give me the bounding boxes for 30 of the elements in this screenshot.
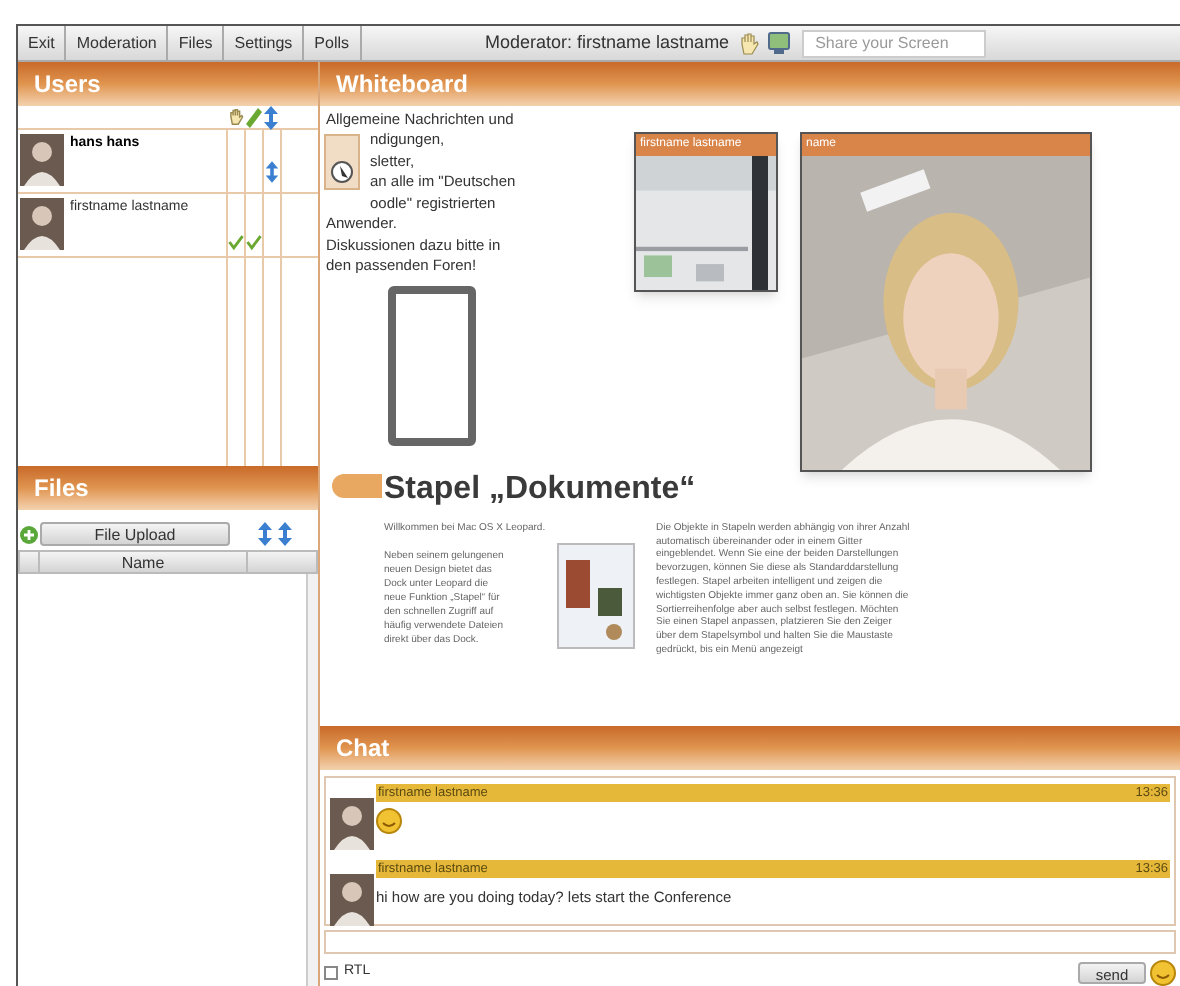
up-down-arrows-icon: [262, 105, 280, 129]
heading-swoosh: [332, 473, 382, 498]
up-down-arrows-icon: [256, 522, 274, 546]
scrollbar[interactable]: [306, 574, 318, 986]
monitor-icon: [767, 31, 790, 55]
chat-input[interactable]: [324, 930, 1176, 955]
plus-icon: [20, 525, 38, 543]
menu-button[interactable]: Polls: [304, 26, 362, 60]
menu-button[interactable]: Moderation: [66, 26, 169, 60]
hand-icon: [737, 31, 760, 55]
emoji-icon: [1150, 959, 1176, 986]
moderator-label: Moderator: firstname lastname: [485, 29, 730, 56]
rtl-checkbox[interactable]: [324, 965, 338, 980]
avatar-icon: [330, 798, 374, 851]
avatar-icon: [20, 198, 64, 250]
file-upload-button[interactable]: File Upload: [40, 522, 230, 546]
users-header: Users: [18, 62, 318, 106]
avatar-icon: [20, 134, 64, 186]
whiteboard-header: Whiteboard: [320, 62, 1180, 106]
document-heading: Stapel „Dokumente“: [384, 469, 696, 510]
share-screen-field[interactable]: Share your Screen: [801, 29, 986, 57]
chat-header: Chat: [320, 726, 1180, 771]
files-header: Files: [18, 466, 318, 510]
menu-button[interactable]: Exit: [18, 26, 67, 60]
hand-icon: [227, 108, 243, 126]
smiley-icon: [376, 807, 402, 834]
menu-button[interactable]: Files: [168, 26, 225, 60]
pencil-icon: [245, 107, 261, 127]
menu-button[interactable]: Settings: [224, 26, 305, 60]
up-down-arrows-icon: [276, 522, 294, 546]
